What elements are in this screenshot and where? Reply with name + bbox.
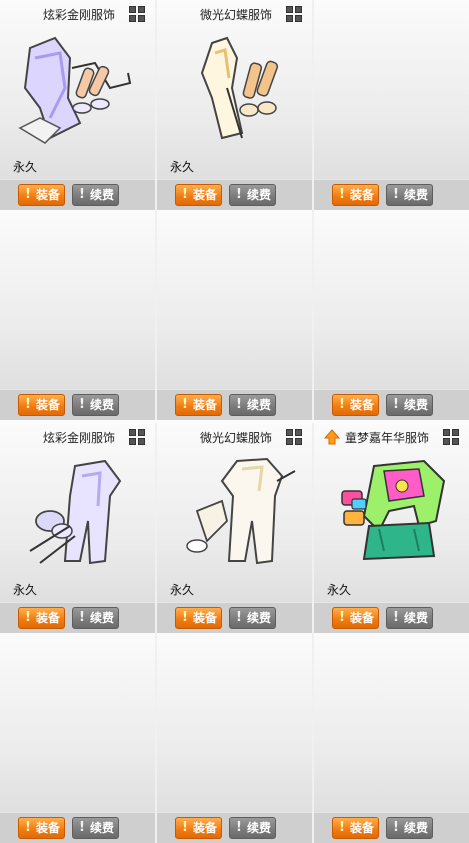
- grid-icon[interactable]: [443, 429, 461, 447]
- renew-button[interactable]: ! 续费: [229, 607, 276, 629]
- equip-button[interactable]: ! 装备: [18, 184, 65, 206]
- grid-icon[interactable]: [129, 6, 147, 24]
- action-bar: ! 装备 ! 续费: [0, 389, 155, 420]
- action-bar: ! 装备 ! 续费: [157, 389, 312, 420]
- inventory-page: 炫彩金刚服饰 永久 ! 装备 ! 续费 微光幻蝶服饰 永久 ! 装备 ! 续费 …: [0, 0, 469, 843]
- action-bar: ! 装备 ! 续费: [0, 179, 155, 210]
- action-bar: ! 装备 ! 续费: [157, 179, 312, 210]
- duration-label: 永久: [327, 583, 352, 597]
- equip-button[interactable]: ! 装备: [175, 607, 222, 629]
- renew-button[interactable]: ! 续费: [72, 817, 119, 839]
- costume-image: [200, 36, 279, 140]
- grid-icon[interactable]: [286, 429, 304, 447]
- equip-button[interactable]: ! 装备: [332, 607, 379, 629]
- renew-button[interactable]: ! 续费: [229, 184, 276, 206]
- renew-button[interactable]: ! 续费: [386, 607, 433, 629]
- grid-icon[interactable]: [286, 6, 304, 24]
- item-slot[interactable]: 炫彩金刚服饰 永久 ! 装备 ! 续费: [0, 0, 155, 210]
- inventory-panel-1: 炫彩金刚服饰 永久 ! 装备 ! 续费 微光幻蝶服饰 永久 ! 装备 ! 续费 …: [0, 0, 469, 420]
- equip-button[interactable]: ! 装备: [332, 394, 379, 416]
- item-slot[interactable]: 微光幻蝶服饰 永久 ! 装备 ! 续费: [157, 423, 312, 633]
- action-bar: ! 装备 ! 续费: [157, 602, 312, 633]
- costume-image: [18, 36, 132, 144]
- equip-button[interactable]: ! 装备: [18, 394, 65, 416]
- renew-button[interactable]: ! 续费: [72, 184, 119, 206]
- item-name: 微光幻蝶服饰: [199, 431, 272, 445]
- renew-button[interactable]: ! 续费: [72, 394, 119, 416]
- empty-item-slot[interactable]: ! 装备 ! 续费: [314, 210, 469, 420]
- empty-item-slot[interactable]: ! 装备 ! 续费: [0, 633, 155, 843]
- duration-label: 永久: [13, 583, 38, 597]
- costume-image: [29, 459, 122, 565]
- equip-button[interactable]: ! 装备: [332, 817, 379, 839]
- renew-button[interactable]: ! 续费: [229, 817, 276, 839]
- upgrade-arrow-icon: [324, 429, 340, 445]
- equip-button[interactable]: ! 装备: [18, 607, 65, 629]
- equip-button[interactable]: ! 装备: [18, 817, 65, 839]
- grid-icon[interactable]: [129, 429, 147, 447]
- action-bar: ! 装备 ! 续费: [0, 812, 155, 843]
- empty-item-slot[interactable]: ! 装备 ! 续费: [314, 0, 469, 210]
- action-bar: ! 装备 ! 续费: [314, 812, 469, 843]
- renew-button[interactable]: ! 续费: [72, 607, 119, 629]
- renew-button[interactable]: ! 续费: [386, 394, 433, 416]
- renew-button[interactable]: ! 续费: [386, 184, 433, 206]
- costume-image: [186, 457, 296, 565]
- item-name: 炫彩金刚服饰: [42, 431, 115, 445]
- duration-label: 永久: [170, 160, 195, 174]
- action-bar: ! 装备 ! 续费: [314, 602, 469, 633]
- empty-item-slot[interactable]: ! 装备 ! 续费: [157, 633, 312, 843]
- action-bar: ! 装备 ! 续费: [157, 812, 312, 843]
- action-bar: ! 装备 ! 续费: [0, 602, 155, 633]
- costume-image: [341, 459, 446, 561]
- item-name: 微光幻蝶服饰: [199, 8, 272, 22]
- empty-item-slot[interactable]: ! 装备 ! 续费: [0, 210, 155, 420]
- equip-button[interactable]: ! 装备: [175, 817, 222, 839]
- renew-button[interactable]: ! 续费: [386, 817, 433, 839]
- item-name: 童梦嘉年华服饰: [344, 431, 429, 445]
- item-slot[interactable]: 炫彩金刚服饰 永久 ! 装备 ! 续费: [0, 423, 155, 633]
- duration-label: 永久: [170, 583, 195, 597]
- action-bar: ! 装备 ! 续费: [314, 389, 469, 420]
- item-slot[interactable]: 微光幻蝶服饰 永久 ! 装备 ! 续费: [157, 0, 312, 210]
- item-slot[interactable]: 童梦嘉年华服饰 永久 ! 装备 ! 续费: [314, 423, 469, 633]
- empty-item-slot[interactable]: ! 装备 ! 续费: [314, 633, 469, 843]
- duration-label: 永久: [13, 160, 38, 174]
- renew-button[interactable]: ! 续费: [229, 394, 276, 416]
- equip-button[interactable]: ! 装备: [175, 394, 222, 416]
- empty-item-slot[interactable]: ! 装备 ! 续费: [157, 210, 312, 420]
- action-bar: ! 装备 ! 续费: [314, 179, 469, 210]
- equip-button[interactable]: ! 装备: [175, 184, 222, 206]
- inventory-panel-2: 炫彩金刚服饰 永久 ! 装备 ! 续费 微光幻蝶服饰 永久 ! 装备 ! 续费 …: [0, 423, 469, 843]
- item-name: 炫彩金刚服饰: [42, 8, 115, 22]
- equip-button[interactable]: ! 装备: [332, 184, 379, 206]
